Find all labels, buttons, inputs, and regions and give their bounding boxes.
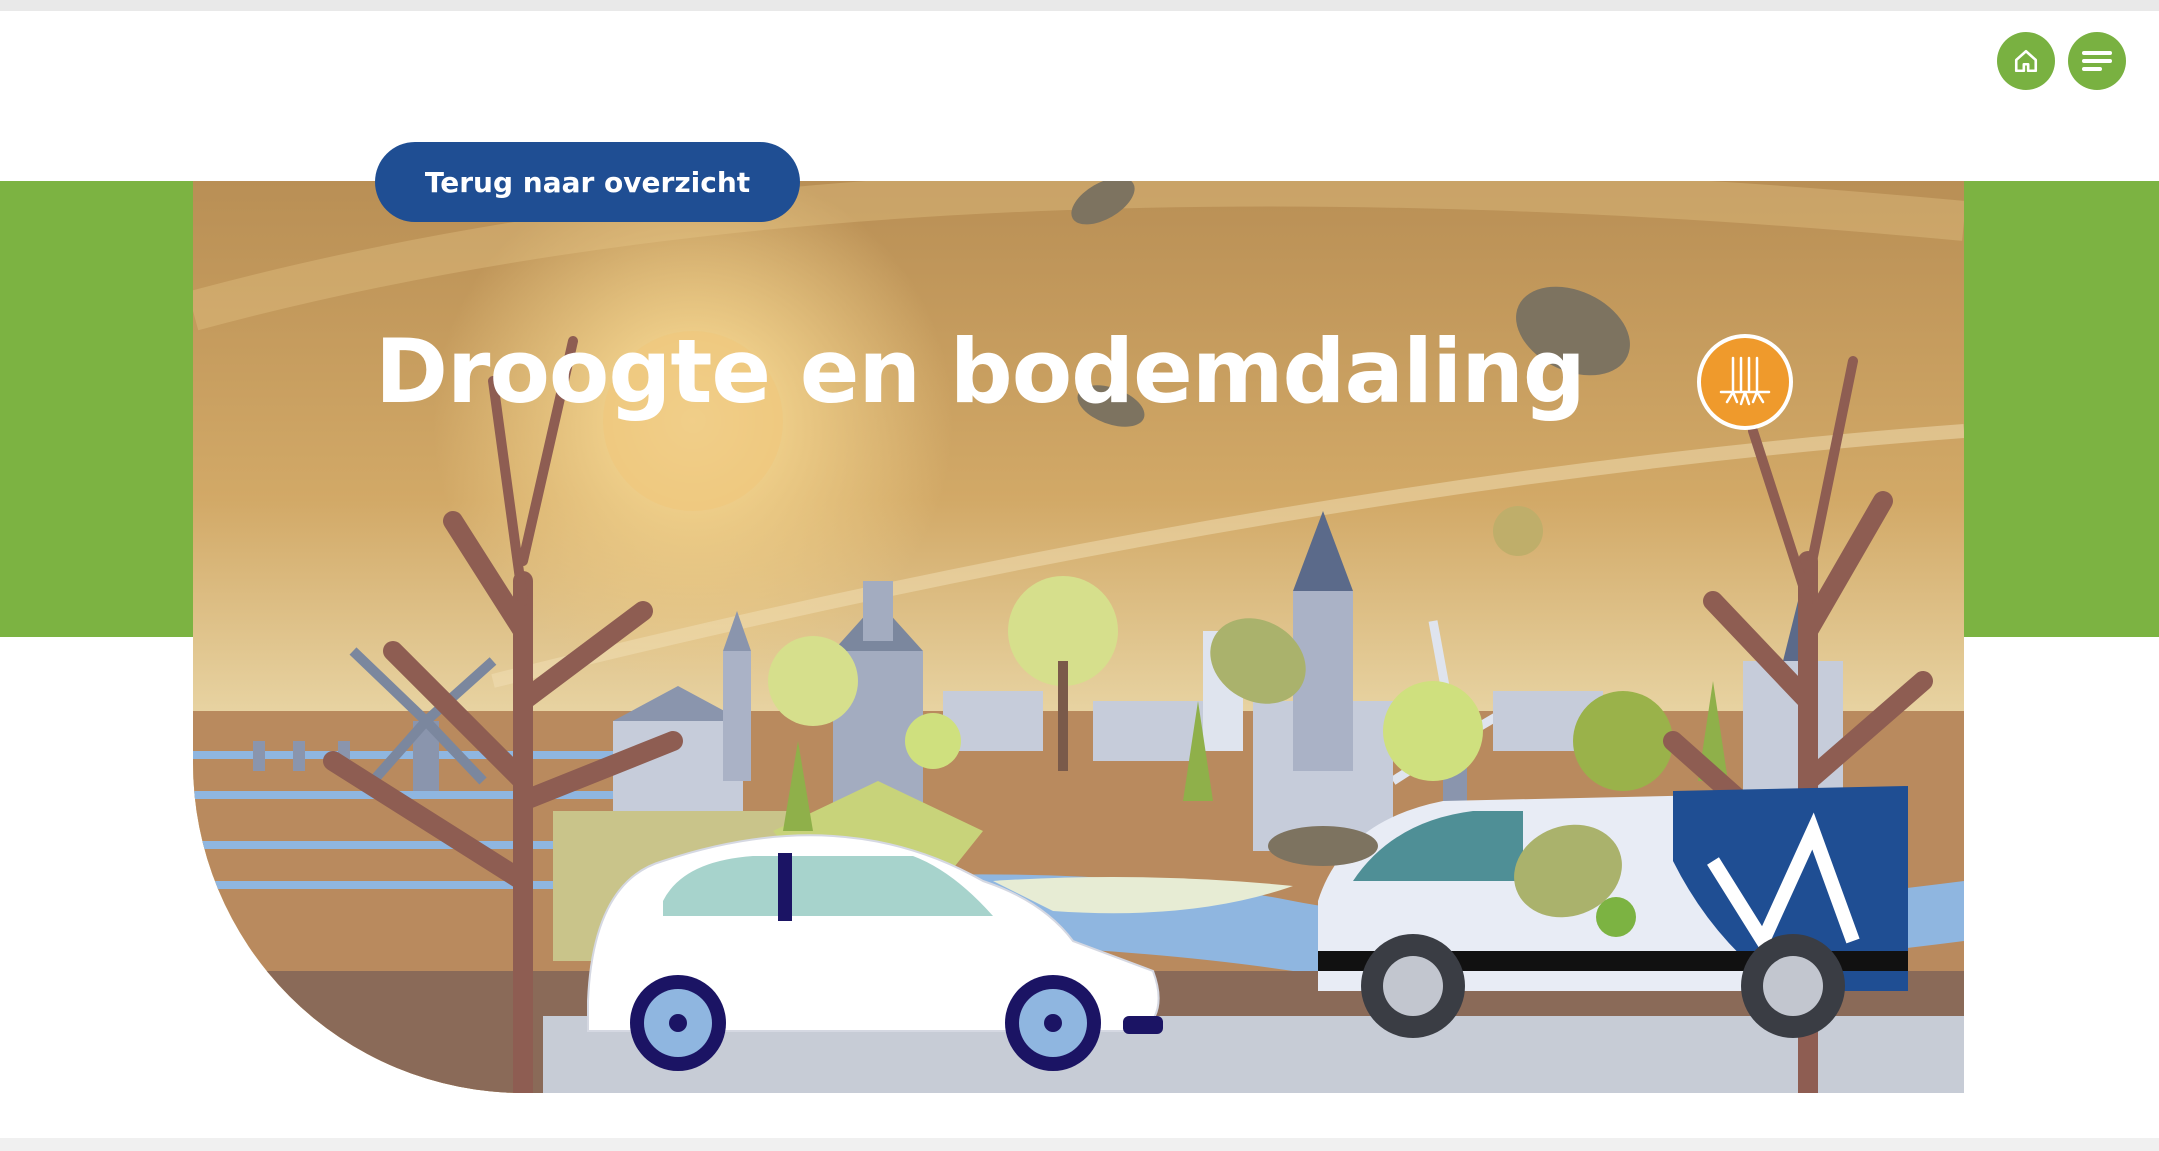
- back-to-overview-button[interactable]: Terug naar overzicht: [375, 142, 800, 222]
- menu-button[interactable]: [2068, 32, 2126, 90]
- top-strip: [0, 0, 2159, 11]
- page-title: Droogte en bodemdaling: [375, 320, 1586, 423]
- home-button[interactable]: [1997, 32, 2055, 90]
- bottom-strip: [0, 1138, 2159, 1151]
- home-icon: [2014, 49, 2038, 73]
- menu-icon: [2082, 47, 2112, 75]
- theme-badge: [1697, 334, 1793, 430]
- drought-roots-icon: [1719, 356, 1771, 406]
- autumn-landscape-illustration: [193, 181, 1964, 1093]
- hero-illustration: [193, 181, 1964, 1093]
